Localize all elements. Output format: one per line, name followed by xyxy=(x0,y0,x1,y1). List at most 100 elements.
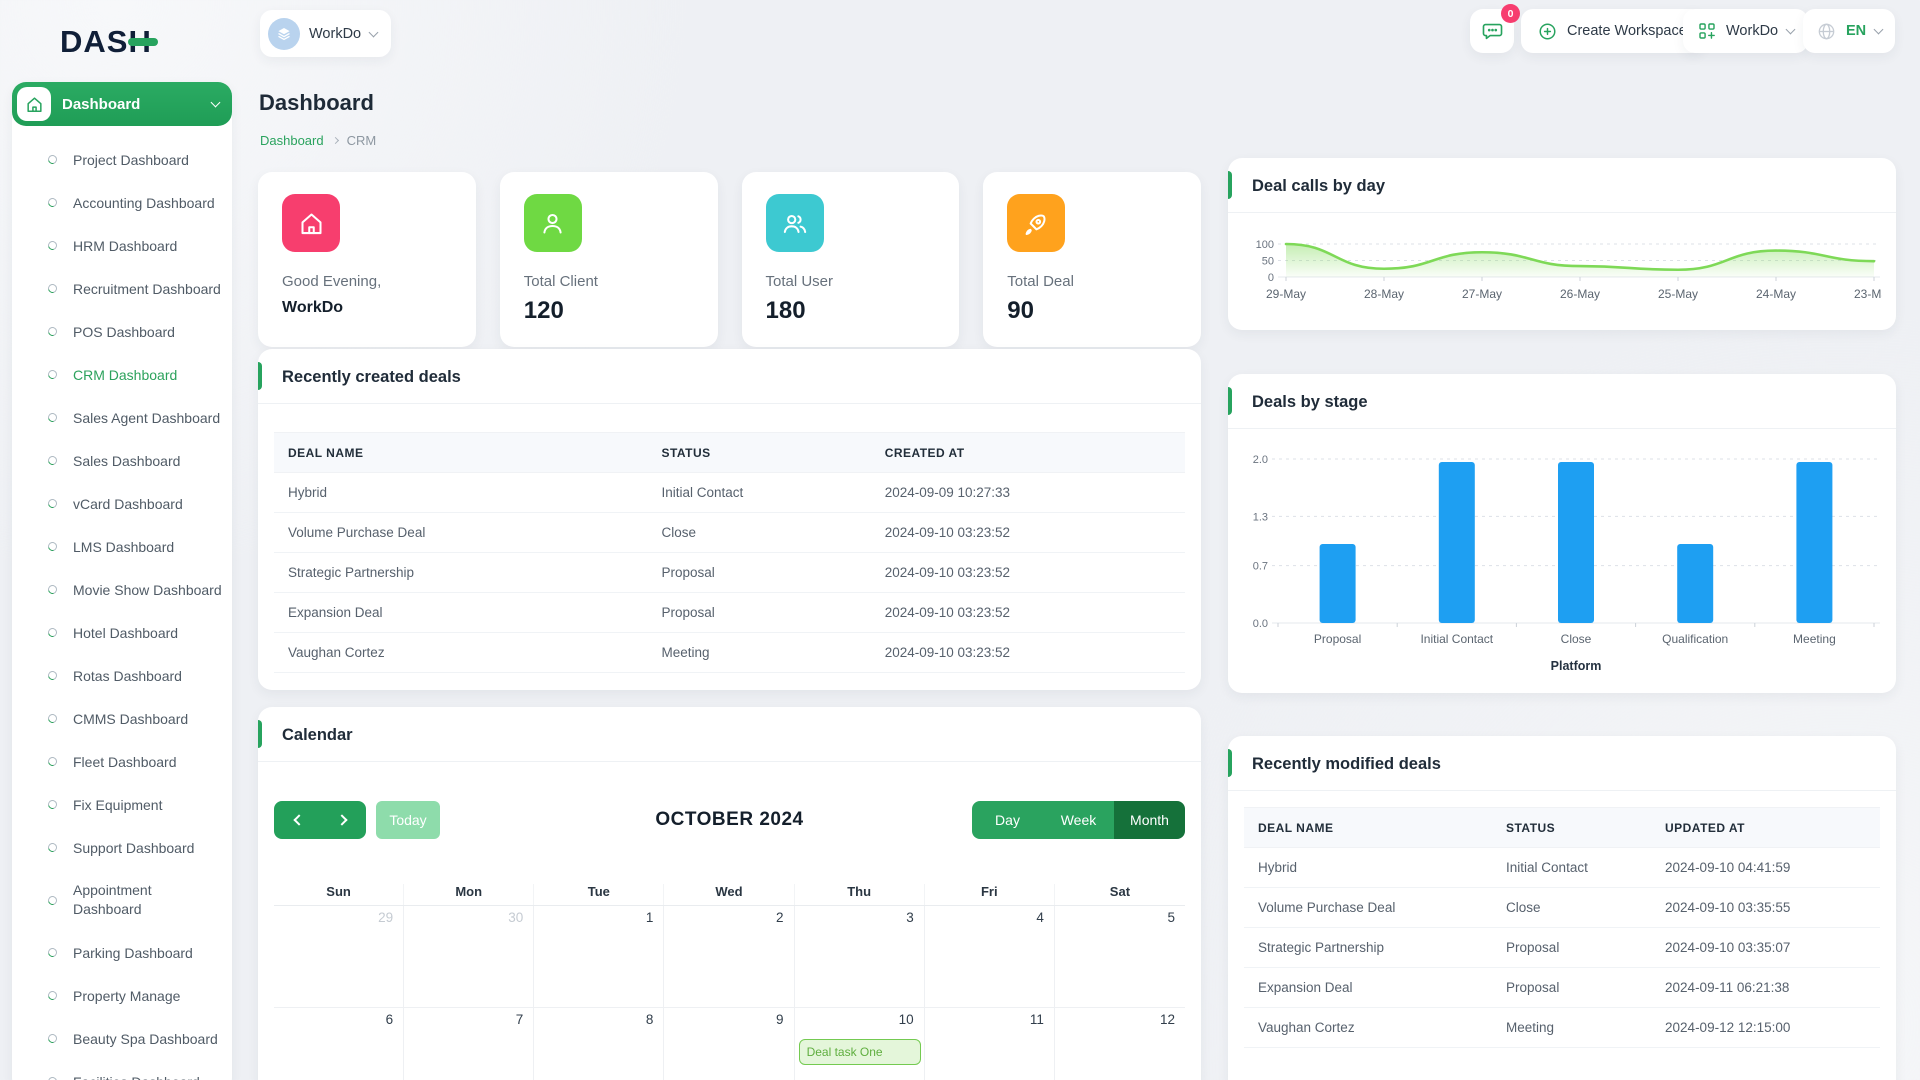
calendar-day-cell[interactable]: 30 xyxy=(404,906,534,1008)
breadcrumb-current: CRM xyxy=(347,133,377,148)
table-cell: Proposal xyxy=(1492,940,1651,955)
table-cell: 2024-09-10 04:41:59 xyxy=(1651,860,1880,875)
calendar-day-cell[interactable]: 11 xyxy=(925,1008,1055,1080)
sidebar-item-fix-equipment[interactable]: Fix Equipment xyxy=(12,783,232,826)
sidebar-item-fleet-dashboard[interactable]: Fleet Dashboard xyxy=(12,740,232,783)
sidebar-item-label: vCard Dashboard xyxy=(73,496,183,512)
calendar-day-cell[interactable]: 12 xyxy=(1055,1008,1185,1080)
calendar-day-number: 3 xyxy=(906,910,914,925)
column-header: CREATED AT xyxy=(871,446,1185,460)
layers-icon xyxy=(275,25,293,43)
calendar-day-cell[interactable]: 10 Deal task One xyxy=(795,1008,925,1080)
x-axis-label: Proposal xyxy=(1314,632,1361,646)
calendar-view-week[interactable]: Week xyxy=(1043,801,1114,839)
breadcrumb-dashboard-link[interactable]: Dashboard xyxy=(260,133,324,148)
app-logo: DASH xyxy=(60,24,152,60)
sidebar-header-dashboard[interactable]: Dashboard xyxy=(12,82,232,126)
x-axis-label: 25-May xyxy=(1658,287,1698,301)
calendar-day-header: Wed xyxy=(664,884,794,905)
bullet-icon xyxy=(46,798,58,810)
sidebar-item-label: Rotas Dashboard xyxy=(73,668,182,684)
sidebar-item-appointment-dashboard[interactable]: Appointment Dashboard xyxy=(12,869,232,931)
calendar-day-cell[interactable]: 8 xyxy=(534,1008,664,1080)
calendar-day-cell[interactable]: 7 xyxy=(404,1008,534,1080)
bullet-icon xyxy=(46,946,58,958)
sidebar-item-hrm-dashboard[interactable]: HRM Dashboard xyxy=(12,224,232,267)
calendar-day-cell[interactable]: 5 xyxy=(1055,906,1185,1008)
workspace-avatar xyxy=(268,18,300,50)
table-cell: 2024-09-10 03:35:55 xyxy=(1651,900,1880,915)
calendar-view-day[interactable]: Day xyxy=(972,801,1043,839)
calendar-card: Calendar Today OCTOBER 2024 DayWeekMonth… xyxy=(258,707,1201,1080)
sidebar-item-parking-dashboard[interactable]: Parking Dashboard xyxy=(12,931,232,974)
sidebar-item-vcard-dashboard[interactable]: vCard Dashboard xyxy=(12,482,232,525)
sidebar-item-lms-dashboard[interactable]: LMS Dashboard xyxy=(12,525,232,568)
sidebar-header-label: Dashboard xyxy=(62,96,140,113)
calendar-day-cell[interactable]: 4 xyxy=(925,906,1055,1008)
sidebar-item-crm-dashboard[interactable]: CRM Dashboard xyxy=(12,353,232,396)
sidebar-item-project-dashboard[interactable]: Project Dashboard xyxy=(12,138,232,181)
bullet-icon xyxy=(46,626,58,638)
calendar-day-cell[interactable]: 6 xyxy=(274,1008,404,1080)
calendar-grid: SunMonTueWedThuFriSat293012345678910Deal… xyxy=(274,884,1185,1080)
chevron-left-icon xyxy=(293,814,304,825)
sidebar-item-movie-show-dashboard[interactable]: Movie Show Dashboard xyxy=(12,568,232,611)
bar-proposal xyxy=(1320,544,1356,623)
x-axis-label: Qualification xyxy=(1662,632,1728,646)
stat-label: Total User xyxy=(766,273,936,290)
logo-dash-accent xyxy=(128,38,158,46)
stat-icon-wrap xyxy=(766,194,824,252)
calendar-day-cell[interactable]: 9 xyxy=(664,1008,794,1080)
sidebar-item-accounting-dashboard[interactable]: Accounting Dashboard xyxy=(12,181,232,224)
calendar-day-number: 10 xyxy=(899,1012,914,1027)
table-cell: Meeting xyxy=(648,645,871,660)
sidebar-item-pos-dashboard[interactable]: POS Dashboard xyxy=(12,310,232,353)
calendar-next-button[interactable] xyxy=(320,801,366,839)
x-axis-label: Meeting xyxy=(1793,632,1836,646)
messages-button[interactable]: 0 xyxy=(1470,9,1514,53)
deals-by-stage-header: Deals by stage xyxy=(1228,374,1896,429)
calendar-view-month[interactable]: Month xyxy=(1114,801,1185,839)
y-axis-label: 50 xyxy=(1262,256,1274,268)
bullet-icon xyxy=(46,411,58,423)
language-selector[interactable]: EN xyxy=(1803,9,1895,53)
sidebar-item-sales-dashboard[interactable]: Sales Dashboard xyxy=(12,439,232,482)
calendar-day-number: 9 xyxy=(776,1012,784,1027)
calendar-today-button[interactable]: Today xyxy=(376,801,440,839)
stat-value: 180 xyxy=(766,297,936,325)
sidebar-item-beauty-spa-dashboard[interactable]: Beauty Spa Dashboard xyxy=(12,1017,232,1060)
table-cell: 2024-09-10 03:23:52 xyxy=(871,605,1185,620)
table-header-row: DEAL NAMESTATUSCREATED AT xyxy=(274,432,1185,473)
sidebar-item-hotel-dashboard[interactable]: Hotel Dashboard xyxy=(12,611,232,654)
y-axis-label: 0.0 xyxy=(1253,618,1268,630)
workspace-selector[interactable]: WorkDo xyxy=(260,10,391,57)
sidebar-item-property-manage[interactable]: Property Manage xyxy=(12,974,232,1017)
calendar-day-number: 29 xyxy=(378,910,393,925)
sidebar-item-recruitment-dashboard[interactable]: Recruitment Dashboard xyxy=(12,267,232,310)
calendar-day-cell[interactable]: 29 xyxy=(274,906,404,1008)
x-axis-label: 26-May xyxy=(1560,287,1600,301)
calendar-day-cell[interactable]: 1 xyxy=(534,906,664,1008)
calendar-prev-button[interactable] xyxy=(274,801,320,839)
sidebar-item-cmms-dashboard[interactable]: CMMS Dashboard xyxy=(12,697,232,740)
calendar-event[interactable]: Deal task One xyxy=(799,1039,921,1065)
sidebar-item-facilities-dashboard[interactable]: Facilities Dashboard xyxy=(12,1060,232,1080)
table-row: Strategic PartnershipProposal2024-09-10 … xyxy=(1244,928,1880,968)
calendar-title: Calendar xyxy=(282,726,353,744)
calendar-nav-group xyxy=(274,801,366,839)
bullet-icon xyxy=(46,153,58,165)
calendar-day-cell[interactable]: 2 xyxy=(664,906,794,1008)
sidebar-item-label: Sales Dashboard xyxy=(73,453,180,469)
sidebar-item-support-dashboard[interactable]: Support Dashboard xyxy=(12,826,232,869)
sidebar-item-label: HRM Dashboard xyxy=(73,238,177,254)
table-cell: Expansion Deal xyxy=(1244,980,1492,995)
calendar-day-cell[interactable]: 3 xyxy=(795,906,925,1008)
user-menu-button[interactable]: WorkDo xyxy=(1683,9,1808,53)
table-row: Expansion DealProposal2024-09-10 03:23:5… xyxy=(274,593,1185,633)
chevron-down-icon xyxy=(211,98,221,108)
sidebar-item-rotas-dashboard[interactable]: Rotas Dashboard xyxy=(12,654,232,697)
sidebar-item-sales-agent-dashboard[interactable]: Sales Agent Dashboard xyxy=(12,396,232,439)
create-workspace-button[interactable]: Create Workspace xyxy=(1521,9,1703,53)
table-header-row: DEAL NAMESTATUSUPDATED AT xyxy=(1244,807,1880,848)
deals-by-stage-bar-chart: 2.01.30.70.0ProposalInitial ContactClose… xyxy=(1242,437,1882,677)
